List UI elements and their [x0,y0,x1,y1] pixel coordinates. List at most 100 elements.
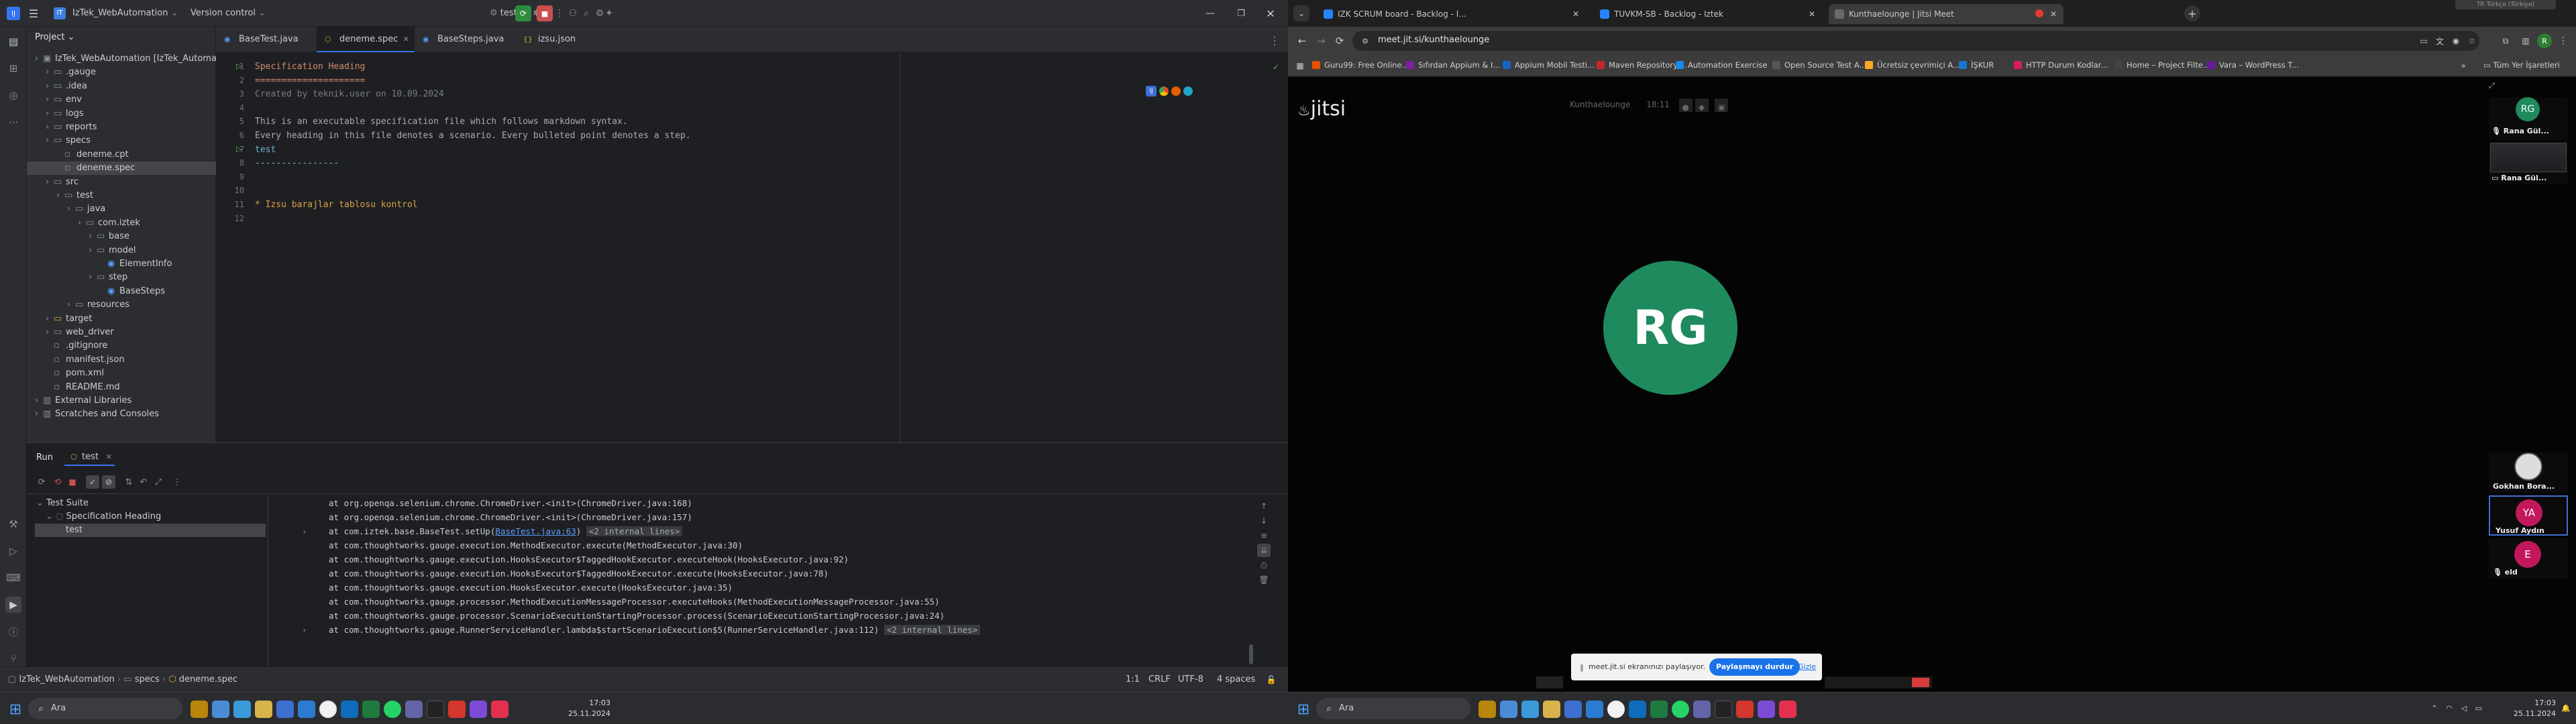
close-tab-icon[interactable]: ✕ [403,27,409,52]
close-browser-tab-icon[interactable]: ✕ [1809,4,1815,24]
tree-chevron-icon[interactable]: › [56,189,60,202]
translate-icon[interactable]: 文 [2434,35,2446,47]
stop-toolbar-icon[interactable]: ■ [66,475,79,489]
app-red-r-icon[interactable] [1736,701,1754,718]
tree-node[interactable]: › ▭ src [27,176,216,189]
run-tool-icon[interactable]: ▶ [5,597,21,613]
bookmark-item[interactable]: Guru99: Free Online... [1312,60,1409,70]
start-icon-right[interactable]: ⊞ [1295,701,1312,718]
tree-chevron-icon[interactable]: › [78,217,81,230]
run-gutter-icon[interactable]: ▷ [236,62,241,70]
security-icon[interactable]: ◆ [1695,98,1709,112]
tray-chevron-icon[interactable]: ⌃ [2428,702,2440,714]
bookmark-item[interactable]: Maven Repository:... [1597,60,1687,70]
minimize-window-icon[interactable]: — [1195,0,1225,27]
tree-chevron-icon[interactable]: › [46,176,49,189]
close-browser-tab-icon[interactable]: ✕ [2050,4,2057,24]
tree-node[interactable]: › ▭ target [27,312,216,326]
tree-node[interactable]: › ▭ .gauge [27,66,216,79]
chrome-menu-icon[interactable]: ⋮ [2557,35,2569,47]
tree-node[interactable]: › ▭ test [27,189,216,202]
site-info-icon[interactable]: ⚙ [1359,35,1371,47]
address-bar[interactable]: ⚙ meet.jit.si/kunthaelounge [1352,31,2479,51]
inspection-ok-icon[interactable]: ✓ [1271,62,1281,72]
whatsapp-icon[interactable] [384,701,401,718]
camera-icon[interactable]: ◉ [2450,35,2462,47]
indent-setting[interactable]: 4 spaces [1217,667,1255,692]
tree-chevron-icon[interactable]: › [35,52,38,66]
project-panel-title[interactable]: Project ⌄ [35,32,75,42]
taskbar-app-6-icon[interactable] [298,701,315,718]
tree-node[interactable]: › ▭ java [27,202,216,216]
folded-lines[interactable]: <2 internal lines> [586,526,683,536]
recording-icon[interactable]: ● [1678,98,1693,112]
git-tool-icon[interactable]: ⑂ [5,650,21,666]
close-browser-tab-icon[interactable]: ✕ [1572,4,1579,24]
tree-node[interactable]: › ▥ External Libraries [27,394,216,408]
battery-icon[interactable]: ▭ [2473,702,2485,714]
scroll-up-icon[interactable]: ↑ [1257,499,1271,513]
tree-node[interactable]: › ▥ Scratches and Consoles [27,408,216,421]
editor-tab[interactable]: ◉ BaseTest.java [216,27,317,52]
tree-node[interactable]: ◉ BaseSteps [27,285,216,298]
tree-chevron-icon[interactable]: › [46,107,49,121]
breadcrumb-project[interactable]: IzTek_WebAutomation [19,674,114,684]
bookmark-star-icon[interactable]: ☆ [2466,35,2478,47]
tree-chevron-icon[interactable]: › [35,408,38,421]
print-icon[interactable]: ⎙ [1257,558,1271,572]
taskbar-r-app-5-icon[interactable] [1564,701,1582,718]
leave-call-icon[interactable] [1912,678,1929,687]
browser-tab[interactable]: TUVKM-SB - Backlog - Iztek ✕ [1594,4,1822,24]
back-icon[interactable]: ← [1295,34,1309,48]
tree-chevron-icon[interactable]: › [46,134,49,147]
bookmark-item[interactable]: Vara – WordPress T... [2207,60,2299,70]
rerun-failed-icon[interactable]: ⟲ [51,475,64,489]
stop-sharing-button[interactable]: Paylaşmayı durdur [1709,658,1801,676]
bookmark-item[interactable]: HTTP Durum Kodlar... [2014,60,2108,70]
import-tests-icon[interactable]: ↶ [137,475,150,489]
tree-chevron-icon[interactable]: › [89,230,92,243]
clock-right[interactable]: 17:03 25.11.2024 [2496,698,2556,719]
file-explorer-icon[interactable] [255,701,272,718]
editor-tab[interactable]: ◉ BaseSteps.java [415,27,515,52]
fold-chevron-icon[interactable]: › [302,526,307,536]
app-red-icon[interactable] [448,701,466,718]
folded-lines[interactable]: <2 internal lines> [883,625,981,635]
browser-tab[interactable]: IZK SCRUM board - Backlog - I... ✕ [1318,4,1586,24]
tree-node[interactable]: › ▭ .idea [27,80,216,93]
project-tool-icon[interactable]: ▤ [5,34,21,50]
close-window-icon[interactable]: ✕ [1256,0,1285,27]
excel-icon[interactable] [362,701,380,718]
tree-node[interactable]: › ▭ logs [27,107,216,121]
scroll-down-icon[interactable]: ↓ [1257,514,1271,528]
thumb-rana-screen[interactable]: ▭ Rana Gül... [2489,141,2568,184]
tree-chevron-icon[interactable]: › [46,80,49,93]
thumb-rana-video[interactable]: RG 🎙 Rana Gül... [2489,97,2568,140]
tree-chevron-icon[interactable]: › [35,394,38,408]
thumb-gokhan[interactable]: Gokhan Bora... [2489,452,2568,493]
bookmark-item[interactable]: Appium Mobil Testi... [1503,60,1595,70]
whatsapp-r-icon[interactable] [1672,701,1689,718]
scenario-node[interactable]: test [35,524,266,537]
forward-icon[interactable]: → [1313,34,1328,48]
app-purple-icon[interactable] [470,701,487,718]
tree-chevron-icon[interactable]: › [89,271,92,284]
tree-chevron-icon[interactable]: › [46,312,49,326]
tree-node[interactable]: › ▭ reports [27,121,216,134]
teams-icon[interactable] [405,701,423,718]
more-tools-icon[interactable]: ⋯ [5,114,21,130]
bookmark-item[interactable]: İŞKUR [1959,60,1994,70]
breadcrumb-specs[interactable]: specs [135,674,160,684]
taskbar-r-app-6-icon[interactable] [1586,701,1603,718]
expand-all-icon[interactable]: ⤢ [152,475,165,489]
commit-tool-icon[interactable]: ◎ [5,87,21,103]
tree-node[interactable]: ▫ deneme.cpt [27,148,216,162]
stacktrace-link[interactable]: BaseTest.java:63 [495,526,576,536]
terminal-tool-icon[interactable]: ⌨ [5,570,21,586]
sidepanel-icon[interactable]: ▥ [2520,35,2532,47]
rerun-toolbar-icon[interactable]: ⟳ [35,475,48,489]
taskbar-app-5-icon[interactable] [276,701,294,718]
tree-chevron-icon[interactable]: › [46,93,49,107]
tab-search-icon[interactable]: ⌄ [1293,5,1309,21]
app-purple-r-icon[interactable] [1758,701,1775,718]
